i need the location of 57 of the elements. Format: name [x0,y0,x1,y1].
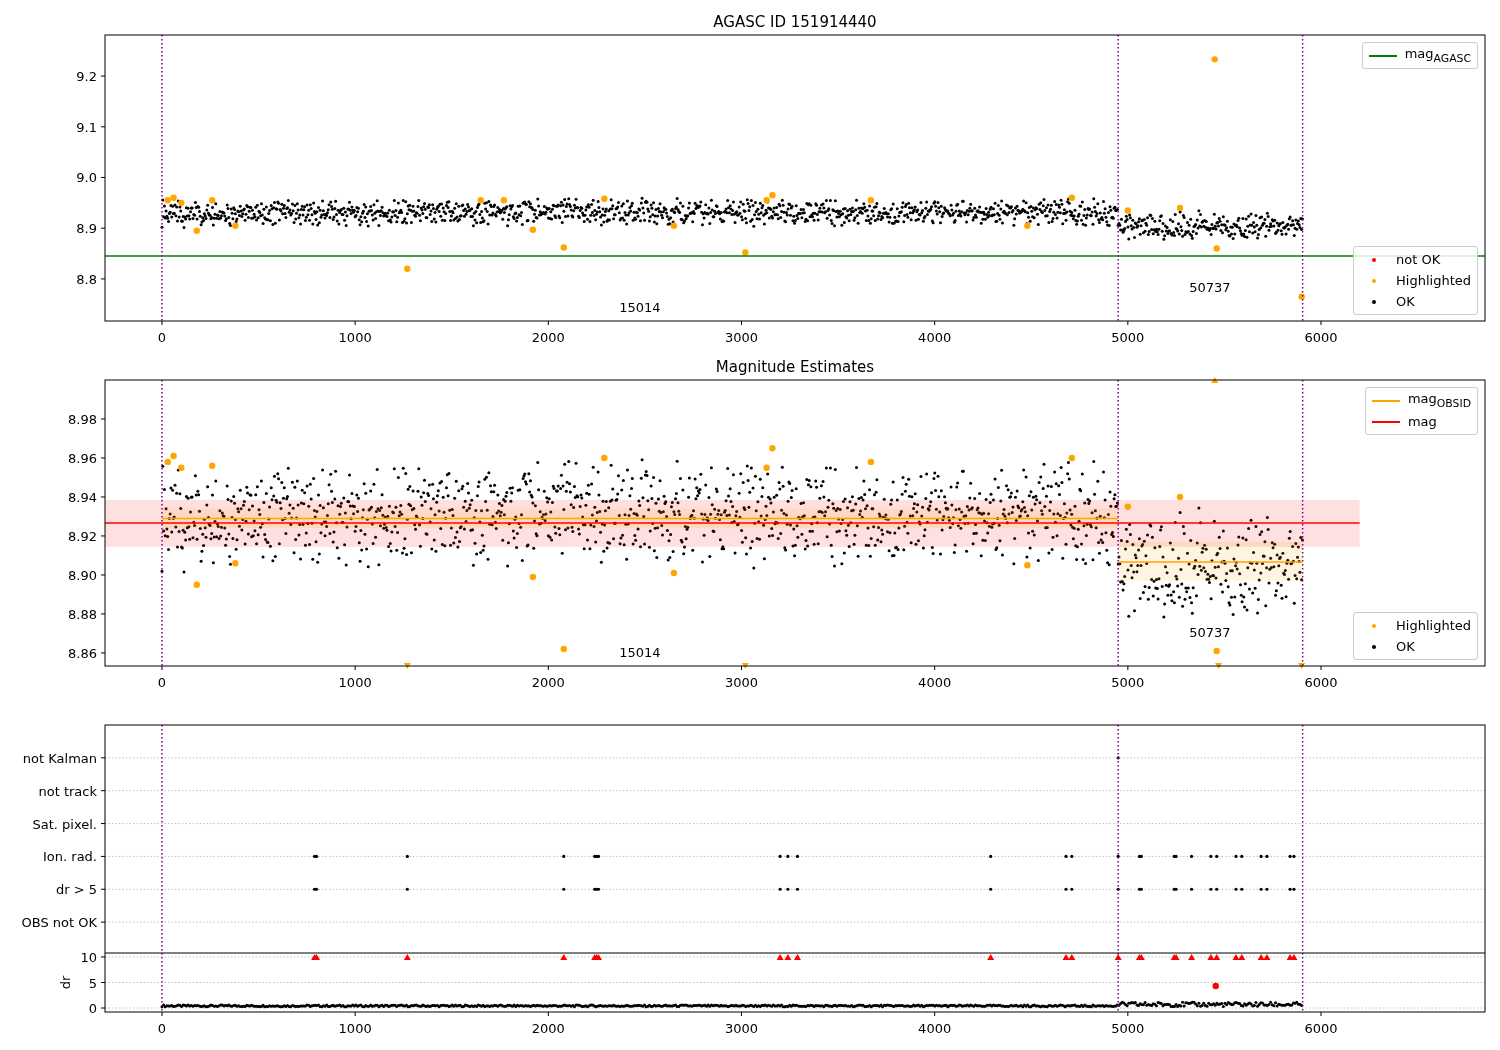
tick-label: 6000 [1304,675,1338,690]
tick-label: 5000 [1111,675,1145,690]
legend-label: not OK [1396,252,1441,267]
tick-label: 8.94 [68,489,97,505]
annotation-label: 15014 [619,645,661,660]
tick-label: 0 [157,330,167,345]
tick-label: 8.90 [68,567,97,583]
tick-label: 4000 [918,330,952,345]
tick-label: 5000 [1111,330,1145,345]
tick-label: 4000 [918,675,952,690]
tick-label: 2000 [531,675,565,690]
tick-label: 8.92 [68,528,97,544]
tick-label: 8.86 [68,645,97,661]
legend-label: mag$_{OBSID}$ [1407,391,1471,410]
tick-label: 4000 [918,1021,952,1036]
tick-label: 8.8 [76,271,97,287]
tick-label: 10 [80,953,97,965]
legend-label: OK [1396,294,1415,309]
row-label: Ion. rad. [43,849,97,865]
tick-label: 0 [88,1001,97,1016]
row-label: Sat. pixel. [32,816,97,832]
legend-label: OK [1396,639,1415,654]
tick-label: 6000 [1304,330,1338,345]
tick-label: 8.88 [68,606,97,622]
tick-label: 8.96 [68,451,97,466]
tick-label: 9.1 [76,119,97,135]
tick-label: 6000 [1304,1021,1338,1036]
tick-label: 3000 [724,330,759,345]
tick-label: 8.9 [76,221,97,237]
tick-label: 0 [157,1021,167,1036]
chart-title: Magnitude Estimates [715,358,875,376]
row-label: not track [38,783,97,799]
row-label: not Kalman [22,750,97,766]
tick-label: 5000 [1111,1021,1145,1036]
tick-label: 9.0 [76,170,97,186]
tick-label: 0 [157,675,167,690]
chart-title: AGASC ID 151914440 [713,13,877,31]
legend-label: Highlighted [1396,273,1471,288]
tick-label: 5 [88,975,97,991]
tick-label: 8.98 [68,412,97,427]
axis-label: dr [58,975,73,990]
tick-label: 1000 [338,330,372,345]
tick-label: 2000 [531,330,565,345]
tick-label: 1000 [338,1021,372,1036]
tick-label: 2000 [531,1021,565,1036]
tick-label: 3000 [724,675,759,690]
legend-label: Highlighted [1396,618,1471,633]
tick-label: 9.2 [76,69,97,85]
legend-label: mag$_{AGASC}$ [1404,46,1471,65]
legend-label: mag [1407,414,1437,429]
annotation-label: 50737 [1189,625,1231,640]
row-label: OBS not OK [21,915,97,931]
annotation-label: 50737 [1189,280,1231,295]
row-label: dr > 5 [55,882,97,898]
annotation-label: 15014 [619,300,661,315]
tick-label: 1000 [338,675,372,690]
tick-label: 3000 [724,1021,759,1036]
